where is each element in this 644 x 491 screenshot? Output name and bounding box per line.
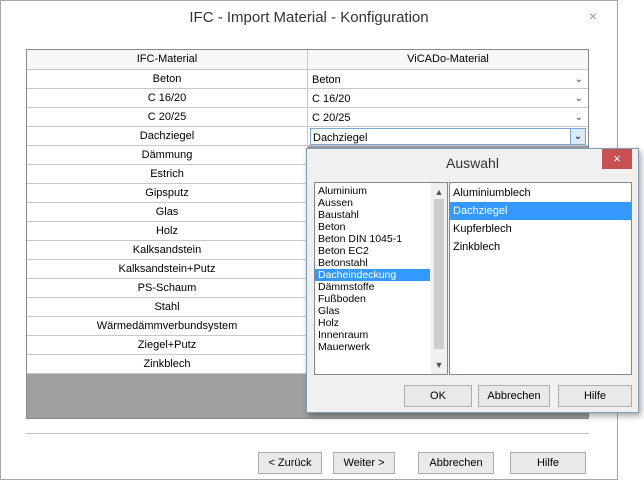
dropdown-value: Dachziegel [313, 132, 368, 144]
material-list-item[interactable]: Aluminiumblech [450, 184, 631, 202]
ifc-material-cell[interactable]: C 20/25 [27, 108, 308, 127]
popup-close-icon[interactable]: × [602, 149, 632, 169]
category-list-item[interactable]: Innenraum [315, 329, 430, 341]
window-title: IFC - Import Material - Konfiguration [189, 9, 429, 26]
dropdown-value: C 20/25 [312, 112, 351, 124]
cancel-button[interactable]: Abbrechen [418, 452, 494, 474]
close-icon[interactable]: × [579, 7, 607, 25]
ifc-material-cell[interactable]: Dachziegel [27, 127, 308, 146]
category-list-item[interactable]: Glas [315, 305, 430, 317]
ifc-material-cell[interactable]: Gipsputz [27, 184, 308, 203]
vicado-material-dropdown[interactable]: C 16/20 ⌄ [310, 90, 586, 107]
chevron-down-icon[interactable]: ⌄ [575, 72, 583, 88]
scroll-up-icon[interactable]: ▲ [431, 185, 447, 199]
dropdown-value: Beton [312, 74, 341, 86]
col-header-ifc[interactable]: IFC-Material [27, 50, 308, 70]
category-list[interactable]: Aluminium Aussen Baustahl Beton Beton DIN 10… [314, 182, 448, 375]
category-list-item[interactable]: Aluminium [315, 185, 430, 197]
dropdown-value: C 16/20 [312, 93, 351, 105]
vicado-material-cell[interactable]: C 20/25 ⌄ [308, 108, 588, 127]
category-list-item[interactable]: Baustahl [315, 209, 430, 221]
material-list[interactable]: Aluminiumblech Dachziegel Kupferblech Zinkb… [449, 182, 632, 375]
popup-help-button[interactable]: Hilfe [558, 385, 632, 407]
ok-button[interactable]: OK [404, 385, 472, 407]
chevron-down-icon[interactable]: ⌄ [575, 91, 583, 107]
ifc-material-cell[interactable]: Stahl [27, 298, 308, 317]
material-list-item[interactable]: Dachziegel [450, 202, 631, 220]
auswahl-dialog: Auswahl × Aluminium Aussen Baustahl Beton Be… [306, 148, 639, 413]
category-list-item[interactable]: Holz [315, 317, 430, 329]
back-button[interactable]: < Zurück [258, 452, 322, 474]
chevron-down-icon[interactable]: ⌄ [575, 110, 583, 126]
category-list-item[interactable]: Beton DIN 1045-1 [315, 233, 430, 245]
category-scrollbar[interactable]: ▲ ▼ [431, 183, 447, 374]
next-button[interactable]: Weiter > [333, 452, 395, 474]
scroll-thumb[interactable] [434, 199, 444, 349]
footer-separator [26, 433, 589, 434]
category-list-item[interactable]: Beton EC2 [315, 245, 430, 257]
ifc-material-cell[interactable]: Ziegel+Putz [27, 336, 308, 355]
category-list-item[interactable]: Dacheindeckung [315, 269, 430, 281]
ifc-material-cell[interactable]: Beton [27, 70, 308, 89]
vicado-material-cell[interactable]: C 16/20 ⌄ [308, 89, 588, 108]
vicado-material-cell[interactable]: Beton ⌄ [308, 70, 588, 89]
ifc-material-cell[interactable]: Estrich [27, 165, 308, 184]
category-list-item[interactable]: Mauerwerk [315, 341, 430, 353]
title-bar: IFC - Import Material - Konfiguration × [1, 1, 617, 35]
category-list-item[interactable]: Aussen [315, 197, 430, 209]
popup-cancel-button[interactable]: Abbrechen [478, 385, 550, 407]
ifc-material-cell[interactable]: Holz [27, 222, 308, 241]
material-list-item[interactable]: Kupferblech [450, 220, 631, 238]
col-header-vicado[interactable]: ViCADo-Material [308, 50, 588, 70]
ifc-material-cell[interactable]: PS-Schaum [27, 279, 308, 298]
material-list-item[interactable]: Zinkblech [450, 238, 631, 256]
category-list-item[interactable]: Fußboden [315, 293, 430, 305]
scroll-down-icon[interactable]: ▼ [431, 358, 447, 372]
ifc-material-cell[interactable]: Glas [27, 203, 308, 222]
popup-title: Auswahl [446, 155, 499, 171]
chevron-down-icon[interactable]: ⌄ [570, 129, 585, 144]
ifc-material-cell[interactable]: Kalksandstein [27, 241, 308, 260]
ifc-material-cell[interactable]: Dämmung [27, 146, 308, 165]
ifc-material-cell[interactable]: C 16/20 [27, 89, 308, 108]
category-list-item[interactable]: Beton [315, 221, 430, 233]
help-button[interactable]: Hilfe [510, 452, 586, 474]
category-list-item[interactable]: Betonstahl [315, 257, 430, 269]
vicado-material-dropdown[interactable]: C 20/25 ⌄ [310, 109, 586, 126]
ifc-material-cell[interactable]: Kalksandstein+Putz [27, 260, 308, 279]
vicado-material-cell[interactable]: Dachziegel ⌄ [308, 127, 588, 146]
category-list-item[interactable]: Dämmstoffe [315, 281, 430, 293]
vicado-material-dropdown[interactable]: Dachziegel ⌄ [310, 128, 586, 145]
ifc-material-cell[interactable]: Zinkblech [27, 355, 308, 374]
ifc-material-cell[interactable]: Wärmedämmverbundsystem [27, 317, 308, 336]
vicado-material-dropdown[interactable]: Beton ⌄ [310, 71, 586, 88]
